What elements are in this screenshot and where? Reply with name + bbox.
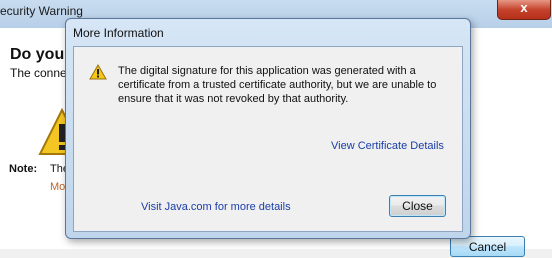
view-certificate-details-link[interactable]: View Certificate Details [331,140,444,152]
security-warning-heading: Do you [10,46,65,63]
note-label: Note: [9,163,38,175]
security-warning-title: ecurity Warning [0,4,83,18]
warning-triangle-icon [89,64,107,80]
more-information-dialog: More Information The digital signature f… [65,18,471,239]
cancel-button[interactable]: Cancel [450,236,525,257]
close-button[interactable]: Close [389,195,446,217]
dialog-title: More Information [73,26,164,40]
revocation-message: The digital signature for this applicati… [118,65,437,105]
visit-java-link[interactable]: Visit Java.com for more details [141,201,291,213]
dialog-body: The digital signature for this applicati… [73,46,463,232]
more-information-link[interactable]: Mo [50,181,65,193]
security-warning-subtitle: The conne [10,66,67,80]
window-close-button[interactable]: x [497,0,551,20]
close-icon: x [520,0,528,15]
